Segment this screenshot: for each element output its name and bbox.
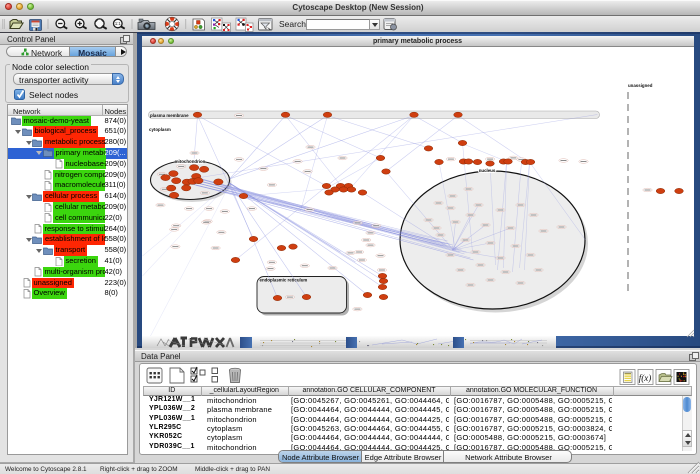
svg-text:cytoplasm: cytoplasm — [149, 127, 171, 132]
svg-text:f(x): f(x) — [638, 373, 651, 383]
svg-text:mitochondrion: mitochondrion — [174, 159, 205, 164]
svg-text:endoplasmic reticulum: endoplasmic reticulum — [259, 278, 307, 283]
svg-text:nucleus: nucleus — [478, 168, 495, 173]
svg-text:unassigned: unassigned — [628, 83, 653, 88]
svg-text:Search:: Search: — [279, 19, 308, 29]
svg-text:plasma membrane: plasma membrane — [150, 113, 189, 118]
svg-text:1:1: 1:1 — [115, 21, 121, 26]
